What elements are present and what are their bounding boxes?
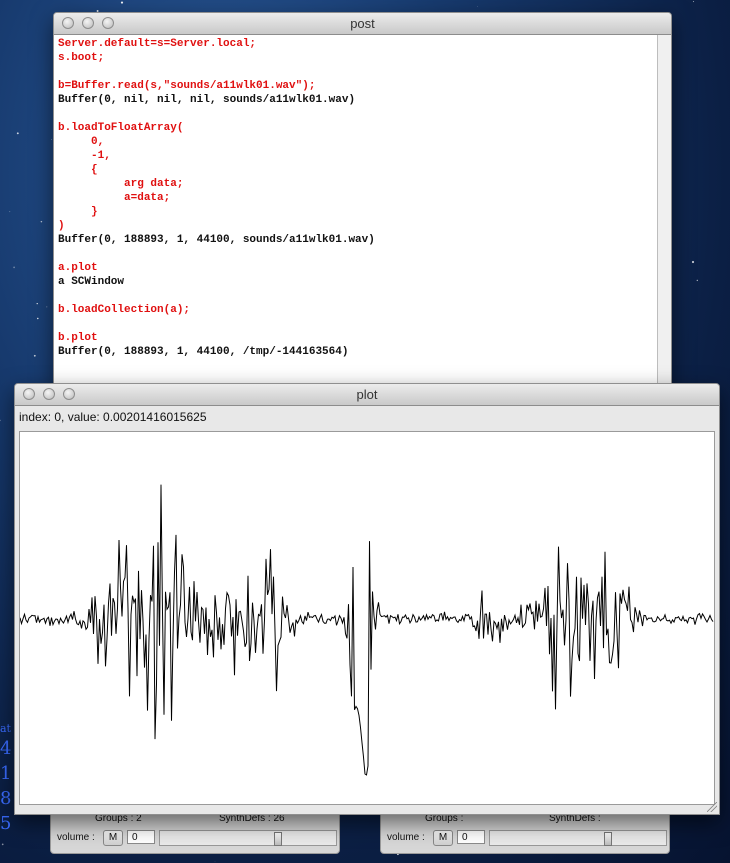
star	[1, 843, 4, 846]
post-window-titlebar[interactable]: post	[54, 13, 671, 35]
star	[37, 317, 39, 320]
post-line: b.plot	[58, 332, 98, 344]
post-window-title: post	[350, 16, 375, 31]
star	[40, 220, 43, 223]
plot-window-title: plot	[356, 387, 378, 402]
star	[33, 354, 36, 357]
waveform-graph	[19, 484, 714, 776]
post-line: {	[58, 164, 98, 176]
post-line: a=data;	[58, 192, 171, 204]
star	[51, 139, 52, 140]
volume-label: volume :	[57, 832, 95, 843]
star	[16, 132, 19, 135]
post-text-area[interactable]: Server.default=s=Server.local; s.boot; b=B…	[54, 35, 657, 393]
post-line: s.boot;	[58, 52, 105, 64]
post-line	[58, 247, 375, 261]
post-window: post Server.default=s=Server.local; s.boo…	[53, 12, 672, 394]
post-line: )	[58, 220, 65, 232]
star	[696, 279, 698, 282]
post-line: Server.default=s=Server.local;	[58, 38, 257, 50]
star	[0, 419, 1, 422]
post-line: a.plot	[58, 262, 98, 274]
star	[692, 1, 695, 3]
star	[691, 260, 695, 264]
plot-window-titlebar[interactable]: plot	[15, 384, 719, 406]
mute-button[interactable]: M	[433, 830, 453, 846]
post-line: a SCWindow	[58, 276, 125, 288]
volume-slider[interactable]	[489, 830, 667, 846]
star	[46, 306, 48, 308]
post-line: b.loadToFloatArray(	[58, 122, 184, 134]
volume-label: volume :	[387, 832, 425, 843]
star	[13, 266, 15, 269]
post-line: b.loadCollection(a);	[58, 304, 191, 316]
post-line: arg data;	[58, 178, 184, 190]
post-line: }	[58, 206, 98, 218]
post-scrollbar[interactable]	[657, 35, 671, 393]
star	[120, 1, 124, 4]
volume-slider[interactable]	[159, 830, 337, 846]
post-line: Buffer(0, 188893, 1, 44100, /tmp/-144163…	[58, 346, 349, 358]
star	[477, 6, 479, 8]
post-line: Buffer(0, nil, nil, nil, sounds/a11wlk01…	[58, 94, 356, 106]
post-line	[58, 289, 375, 303]
star	[214, 861, 216, 863]
volume-number-box[interactable]: 0	[457, 830, 485, 844]
mute-button[interactable]: M	[103, 830, 123, 846]
waveform-plot-area[interactable]	[19, 431, 715, 805]
post-line: 0,	[58, 136, 105, 148]
plot-index-value-readout: index: 0, value: 0.00201416015625	[19, 410, 207, 424]
star	[9, 211, 11, 213]
post-line	[58, 107, 375, 121]
waveform-line	[19, 484, 714, 776]
post-line	[58, 317, 375, 331]
post-line	[58, 65, 375, 79]
volume-number-box[interactable]: 0	[127, 830, 155, 844]
star	[36, 302, 38, 305]
post-line: b=Buffer.read(s,"sounds/a11wlk01.wav");	[58, 80, 316, 92]
post-code-lines: Server.default=s=Server.local; s.boot; b=B…	[58, 37, 375, 359]
volume-slider-knob[interactable]	[604, 832, 612, 846]
volume-slider-knob[interactable]	[274, 832, 282, 846]
plot-window: plot index: 0, value: 0.00201416015625	[14, 383, 720, 815]
post-line: Buffer(0, 188893, 1, 44100, sounds/a11wl…	[58, 234, 375, 246]
resize-grip-icon[interactable]	[707, 802, 717, 812]
post-line: -1,	[58, 150, 111, 162]
